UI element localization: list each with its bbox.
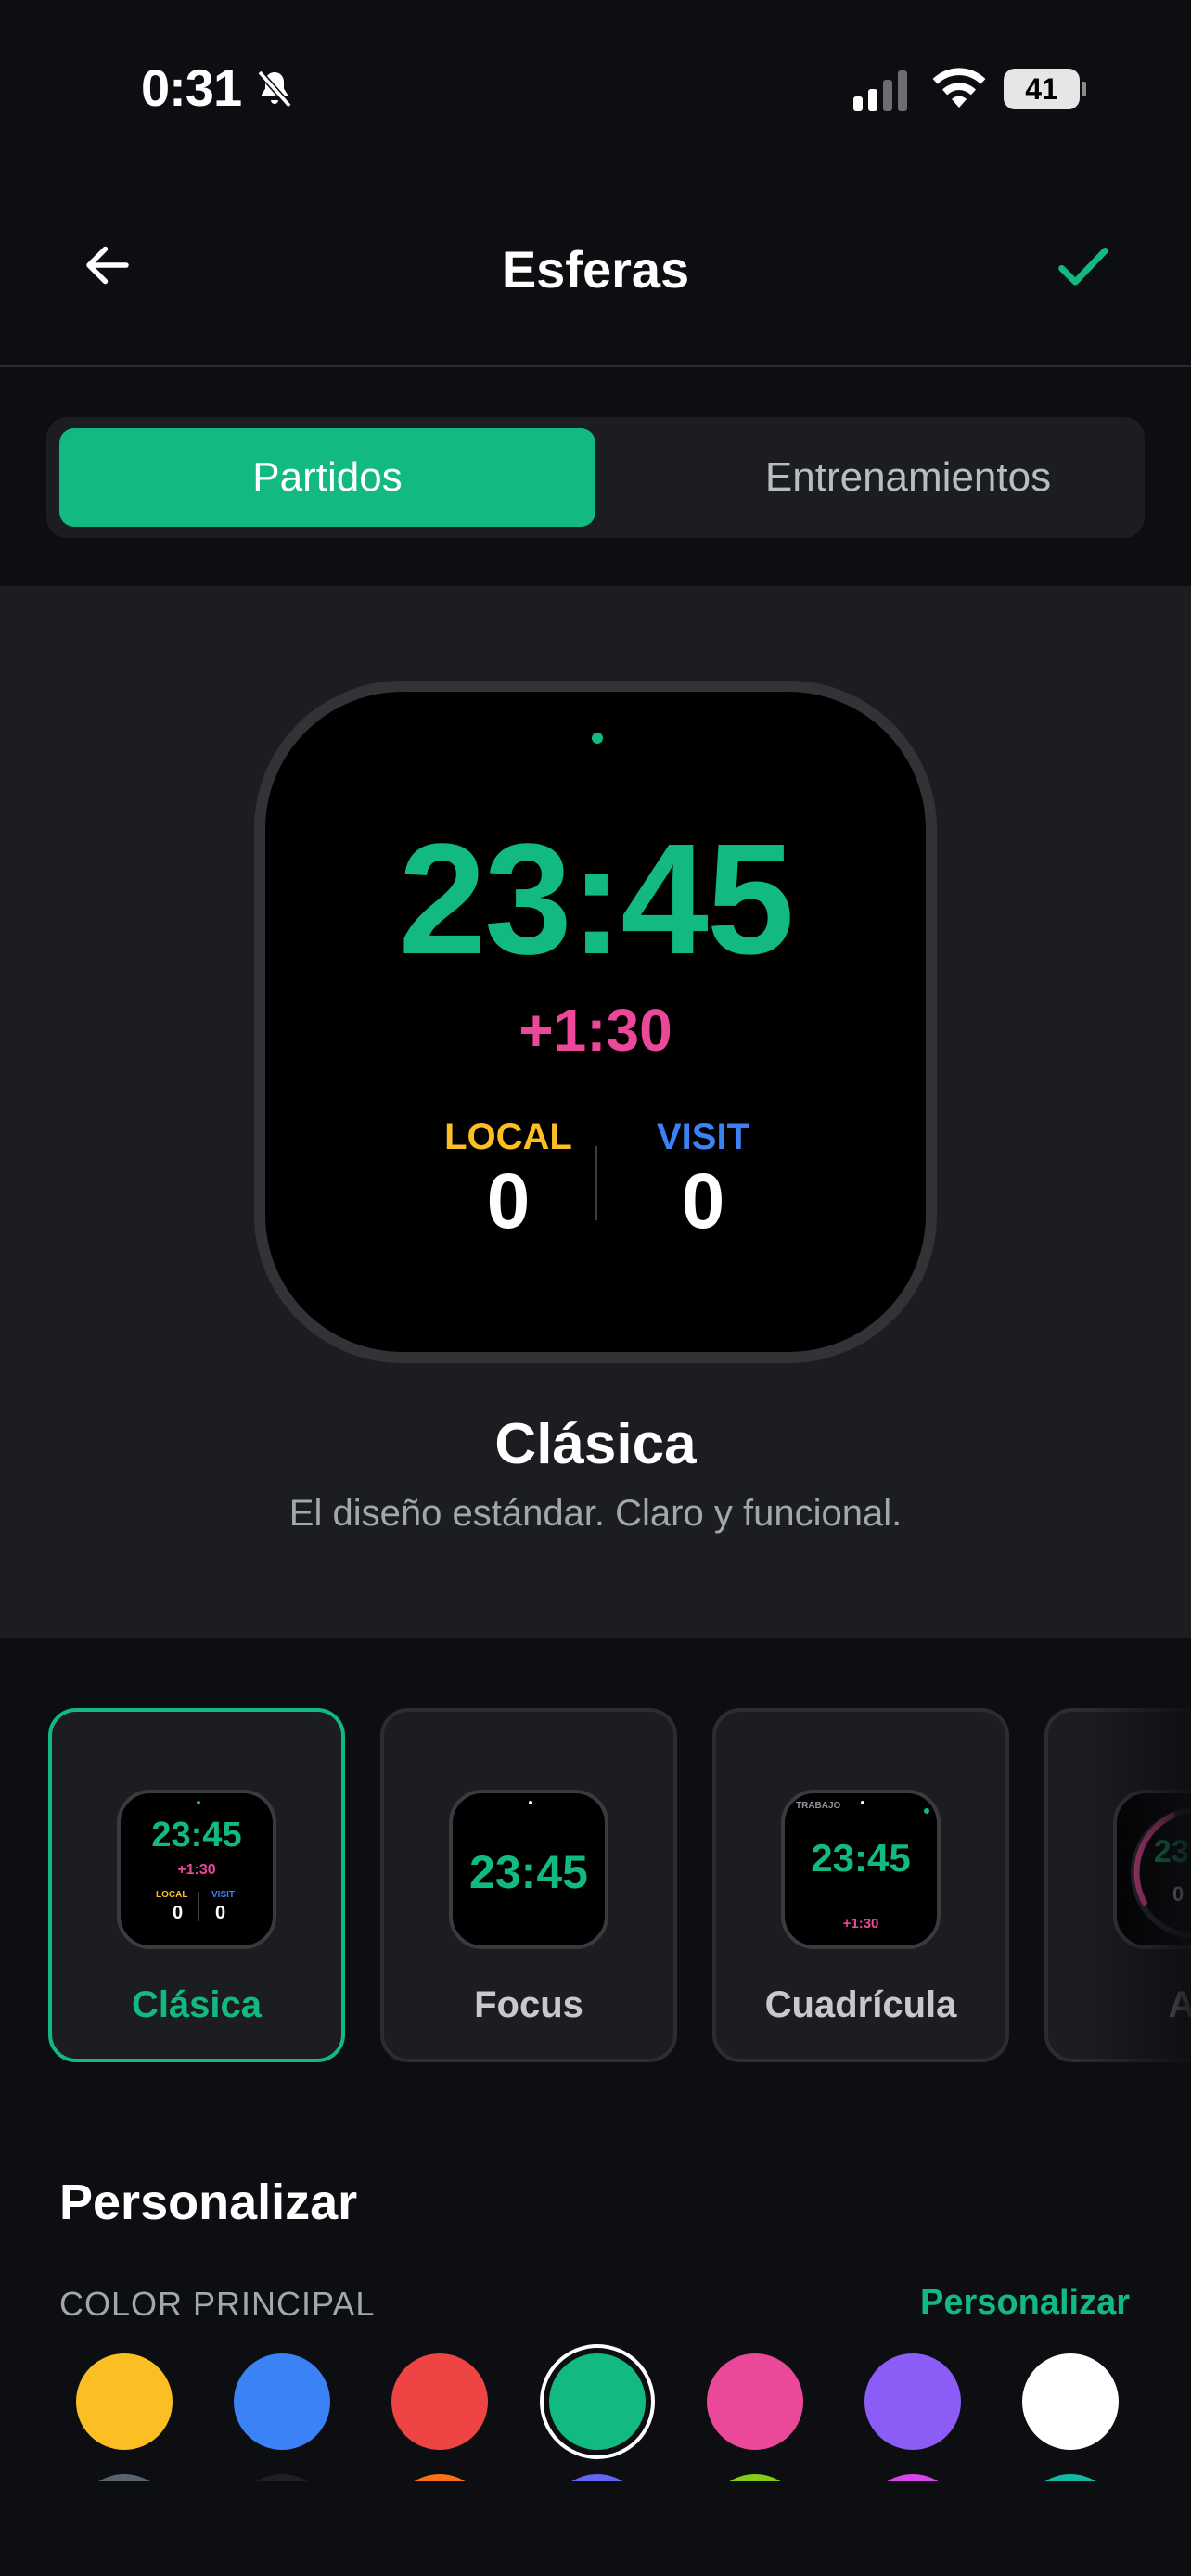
color-swatch-pink[interactable] [707,2353,803,2450]
face-card-clasica[interactable]: 23:45 +1:30 LOCAL VISIT 0 0 Clásica [48,1708,345,2062]
page-title: Esferas [501,240,690,299]
bottom-mask [0,2481,1191,2576]
thumb-status-dot [924,1808,929,1814]
watch-preview-frame: 23:45 +1:30 LOCAL 0 VISIT 0 [254,681,937,1363]
thumb-added: +1:30 [177,1862,216,1878]
color-swatch-white[interactable] [1022,2353,1119,2450]
battery-icon: 41 [1004,69,1087,109]
face-card-label: Cuadrícula [764,1984,957,2025]
face-thumbnail: 23:45 +1:30 LOCAL VISIT 0 0 [117,1790,276,1949]
status-dot [592,733,603,744]
status-time: 0:31 [141,58,242,117]
thumb-dot [197,1801,200,1804]
thumb-away-score: 0 [215,1903,226,1923]
watch-face-preview: 23:45 +1:30 LOCAL 0 VISIT 0 Clásica El d… [0,586,1191,1638]
home-label: LOCAL [444,1116,572,1157]
tab-partidos[interactable]: Partidos [59,428,596,527]
thumb-divider [198,1892,199,1921]
preview-added-time: +1:30 [519,997,672,1064]
thumb-away-label: VISIT [211,1890,236,1900]
score-divider [596,1146,597,1220]
status-bar: 0:31 41 [0,0,1191,176]
face-card-label: Focus [474,1984,583,2025]
thumb-dot [529,1801,532,1804]
thumb-added: +1:30 [842,1916,879,1932]
face-carousel: 23:45 +1:30 LOCAL VISIT 0 0 Clásica 23:4… [0,1708,1191,2064]
color-swatch-purple[interactable] [864,2353,961,2450]
customize-link[interactable]: Personalizar [920,2283,1130,2323]
face-thumbnail: 23:45 [449,1790,608,1949]
face-card-cuadricula[interactable]: TRABAJO 23:45 +1:30 Cuadrícula [712,1708,1009,2062]
color-section-label: COLOR PRINCIPAL [59,2285,376,2323]
color-swatch-blue[interactable] [234,2353,330,2450]
preview-time: 23:45 [398,811,795,988]
face-card-focus[interactable]: 23:45 Focus [380,1708,677,2062]
battery-level: 41 [1025,71,1058,106]
thumb-time: 23:45 [811,1836,911,1880]
tab-entrenamientos[interactable]: Entrenamientos [640,428,1176,527]
color-swatch-red[interactable] [391,2353,488,2450]
section-title: Personalizar [59,2174,358,2230]
color-swatch-yellow[interactable] [76,2353,173,2450]
mode-segmented-control: Partidos Entrenamientos [46,417,1145,538]
home-score: 0 [486,1157,531,1244]
thumb-home-score: 0 [173,1903,184,1923]
confirm-button[interactable] [1048,232,1119,302]
color-swatch-green[interactable] [549,2353,646,2450]
away-score: 0 [681,1157,725,1244]
away-label: VISIT [656,1116,750,1157]
thumb-home-label: LOCAL [156,1890,188,1900]
thumb-top-label: TRABAJO [796,1801,841,1811]
bell-off-icon [257,70,292,108]
carousel-fade [1080,1708,1191,2064]
thumb-time: 23:45 [151,1816,242,1855]
thumb-time: 23:45 [469,1846,588,1898]
nav-header: Esferas [0,176,1191,367]
thumb-dot [861,1801,864,1804]
face-name: Clásica [494,1412,697,1476]
wifi-icon [932,68,986,108]
face-thumbnail: TRABAJO 23:45 +1:30 [781,1790,941,1949]
away-team: VISIT 0 [610,1116,796,1240]
face-card-label: Clásica [131,1984,263,2025]
checkmark-icon [1058,248,1108,286]
cellular-signal-icon [853,70,907,111]
home-team: LOCAL 0 [416,1116,601,1240]
face-description: El diseño estándar. Claro y funcional. [288,1493,903,1534]
